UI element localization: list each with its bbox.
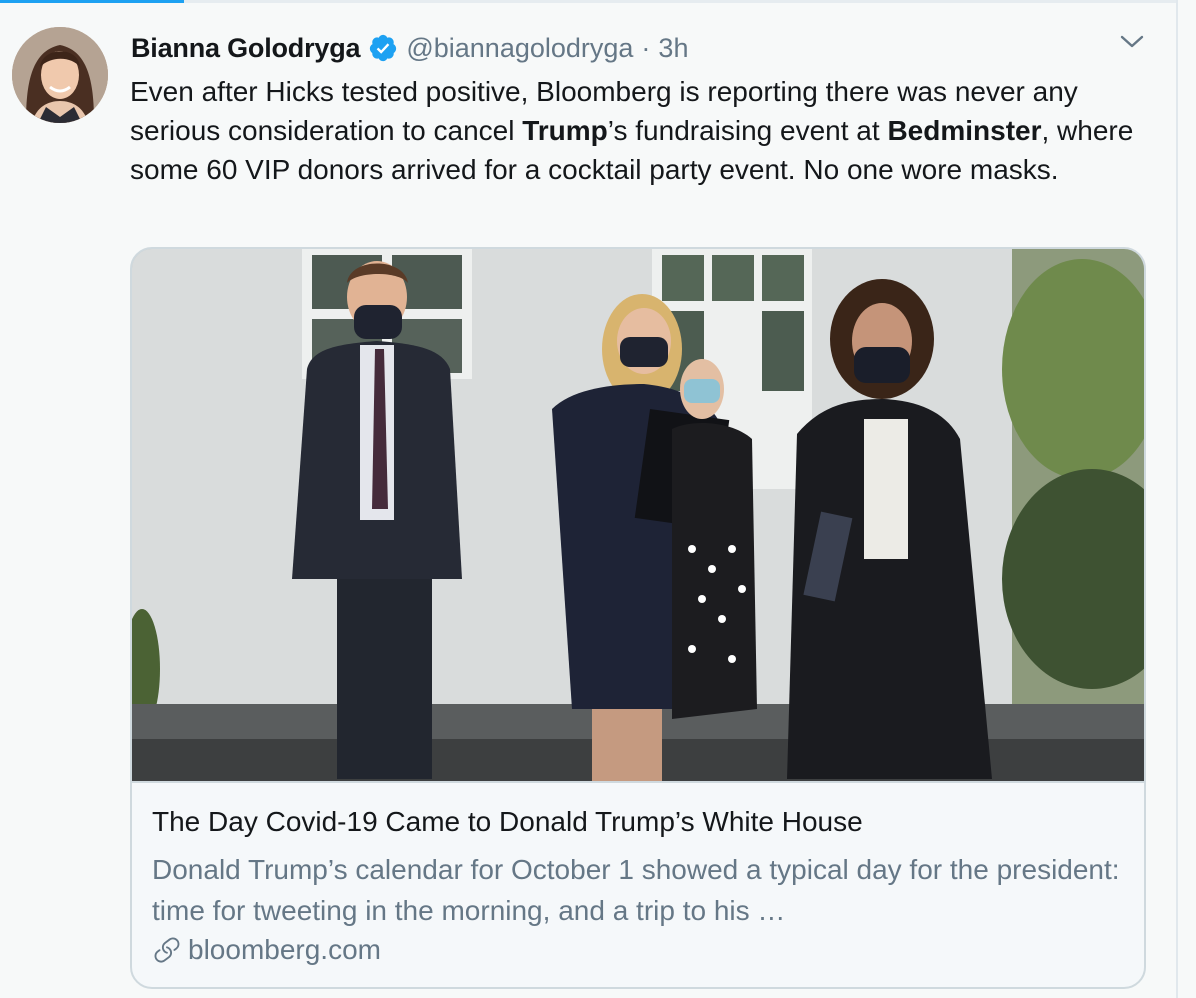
tweet-text-part: ’s fundraising event at bbox=[607, 115, 888, 146]
tweet-text: Even after Hicks tested positive, Bloomb… bbox=[130, 72, 1140, 189]
link-card[interactable]: The Day Covid-19 Came to Donald Trump’s … bbox=[130, 247, 1146, 989]
profile-photo-icon bbox=[12, 27, 108, 123]
article-photo-icon[interactable] bbox=[132, 249, 1144, 781]
card-title[interactable]: The Day Covid-19 Came to Donald Trump’s … bbox=[152, 805, 1132, 839]
card-divider bbox=[132, 781, 1144, 783]
card-description: Donald Trump’s calendar for October 1 sh… bbox=[152, 854, 1120, 926]
handle[interactable]: @biannagolodryga bbox=[406, 33, 633, 64]
link-icon bbox=[152, 935, 182, 965]
tweet-header: Bianna Golodryga @biannagolodryga · 3h bbox=[131, 28, 688, 68]
tweet-text-bold: Bedminster bbox=[887, 115, 1042, 146]
display-name[interactable]: Bianna Golodryga bbox=[131, 33, 361, 64]
avatar[interactable] bbox=[12, 27, 108, 123]
verified-badge-icon bbox=[368, 33, 398, 63]
card-domain[interactable]: bloomberg.com bbox=[188, 934, 381, 966]
card-source[interactable]: bloomberg.com bbox=[152, 933, 381, 967]
tab-indicator bbox=[0, 0, 184, 3]
column-border bbox=[1176, 0, 1178, 998]
tweet-text-bold: Trump bbox=[522, 115, 608, 146]
chevron-down-icon[interactable] bbox=[1117, 30, 1147, 54]
timestamp[interactable]: 3h bbox=[658, 33, 688, 64]
separator: · bbox=[641, 32, 651, 63]
